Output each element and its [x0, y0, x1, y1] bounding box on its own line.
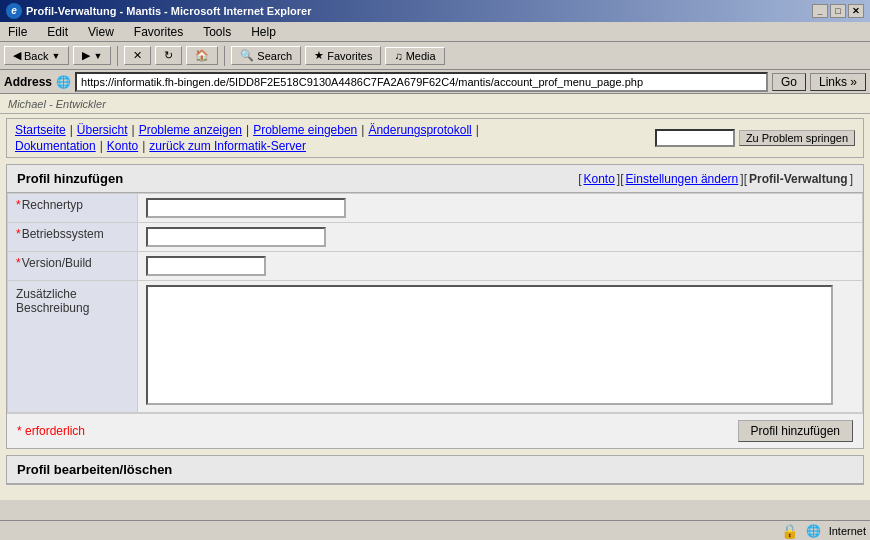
rechnertyp-input[interactable] [146, 198, 346, 218]
ie-icon: e [6, 3, 22, 19]
address-icon: 🌐 [56, 75, 71, 89]
section2-header: Profil bearbeiten/löschen [7, 456, 863, 484]
table-row-beschreibung: ZusätzlicheBeschreibung [8, 281, 863, 413]
nav-startseite[interactable]: Startseite [15, 123, 66, 137]
table-row-rechnertyp: *Rechnertyp [8, 194, 863, 223]
table-row-betriebssystem: *Betriebssystem [8, 223, 863, 252]
media-icon: ♫ [394, 50, 402, 62]
home-icon: 🏠 [195, 49, 209, 62]
favorites-button[interactable]: ★ Favorites [305, 46, 381, 65]
menu-view[interactable]: View [84, 25, 118, 39]
status-right: 🔒 🌐 Internet [781, 523, 866, 539]
label-beschreibung: ZusätzlicheBeschreibung [8, 281, 138, 413]
form-footer: * erforderlich Profil hinzufügen [7, 413, 863, 448]
maximize-button[interactable]: □ [830, 4, 846, 18]
nav-back-to-server[interactable]: zurück zum Informatik-Server [149, 139, 306, 153]
header-link-einstellungen[interactable]: Einstellungen ändern [626, 172, 739, 186]
section2: Profil bearbeiten/löschen [6, 455, 864, 485]
title-bar: e Profil-Verwaltung - Mantis - Microsoft… [0, 0, 870, 22]
nav-probleme-anzeigen[interactable]: Probleme anzeigen [139, 123, 242, 137]
form-title: Profil hinzufügen [17, 171, 123, 186]
forward-arrow-icon: ▼ [93, 51, 102, 61]
form-section: Profil hinzufügen [ Konto ][ Einstellung… [6, 164, 864, 449]
refresh-button[interactable]: ↻ [155, 46, 182, 65]
label-version: *Version/Build [8, 252, 138, 281]
form-header: Profil hinzufügen [ Konto ][ Einstellung… [7, 165, 863, 193]
home-button[interactable]: 🏠 [186, 46, 218, 65]
media-button[interactable]: ♫ Media [385, 47, 444, 65]
menu-favorites[interactable]: Favorites [130, 25, 187, 39]
window-title: Profil-Verwaltung - Mantis - Microsoft I… [26, 5, 311, 17]
forward-button[interactable]: ▶ ▼ [73, 46, 111, 65]
input-cell-betriebssystem [138, 223, 863, 252]
toolbar-separator-1 [117, 46, 118, 66]
nav-konto[interactable]: Konto [107, 139, 138, 153]
address-label: Address [4, 75, 52, 89]
back-button[interactable]: ◀ Back ▼ [4, 46, 69, 65]
jump-button[interactable]: Zu Problem springen [739, 130, 855, 146]
version-build-input[interactable] [146, 256, 266, 276]
toolbar-separator-2 [224, 46, 225, 66]
title-bar-controls[interactable]: _ □ ✕ [812, 4, 864, 18]
label-rechnertyp: *Rechnertyp [8, 194, 138, 223]
stop-button[interactable]: ✕ [124, 46, 151, 65]
address-bar: Address 🌐 Go Links » [0, 70, 870, 94]
header-link-konto[interactable]: Konto [584, 172, 615, 186]
lock-icon: 🔒 [781, 523, 798, 539]
menu-bar: File Edit View Favorites Tools Help [0, 22, 870, 42]
nav-links-area: Startseite | Übersicht | Probleme anzeig… [15, 123, 483, 153]
zone-label: Internet [829, 525, 866, 537]
beschreibung-textarea[interactable] [146, 285, 833, 405]
back-icon: ◀ [13, 49, 21, 62]
nav-aenderungsprotokoll[interactable]: Änderungsprotokoll [368, 123, 471, 137]
nav-container: Startseite | Übersicht | Probleme anzeig… [6, 118, 864, 158]
forward-icon: ▶ [82, 49, 90, 62]
tab-label: Michael - Entwickler [8, 98, 106, 110]
favorites-icon: ★ [314, 49, 324, 62]
input-cell-rechnertyp [138, 194, 863, 223]
menu-help[interactable]: Help [247, 25, 280, 39]
toolbar: ◀ Back ▼ ▶ ▼ ✕ ↻ 🏠 🔍 Search ★ Favorites … [0, 42, 870, 70]
jump-input[interactable] [655, 129, 735, 147]
links-button[interactable]: Links » [810, 73, 866, 91]
nav-dokumentation[interactable]: Dokumentation [15, 139, 96, 153]
required-note: * erforderlich [17, 424, 85, 438]
form-header-links: [ Konto ][ Einstellungen ändern ][ Profi… [578, 172, 853, 186]
refresh-icon: ↻ [164, 49, 173, 62]
header-link-profilverwaltung: Profil-Verwaltung [749, 172, 848, 186]
jump-area: Zu Problem springen [655, 129, 855, 147]
ie-content: Michael - Entwickler Startseite | Übersi… [0, 94, 870, 500]
status-bar: 🔒 🌐 Internet [0, 520, 870, 540]
nav-row-1: Startseite | Übersicht | Probleme anzeig… [15, 123, 483, 137]
address-input[interactable] [75, 72, 768, 92]
bottom-padding [0, 491, 870, 500]
close-button[interactable]: ✕ [848, 4, 864, 18]
nav-probleme-eingeben[interactable]: Probleme eingeben [253, 123, 357, 137]
back-arrow-icon: ▼ [51, 51, 60, 61]
go-button[interactable]: Go [772, 73, 806, 91]
minimize-button[interactable]: _ [812, 4, 828, 18]
zone-icon: 🌐 [806, 524, 821, 538]
input-cell-beschreibung [138, 281, 863, 413]
search-icon: 🔍 [240, 49, 254, 62]
menu-edit[interactable]: Edit [43, 25, 72, 39]
menu-tools[interactable]: Tools [199, 25, 235, 39]
submit-button[interactable]: Profil hinzufügen [738, 420, 853, 442]
input-cell-version [138, 252, 863, 281]
betriebssystem-input[interactable] [146, 227, 326, 247]
stop-icon: ✕ [133, 49, 142, 62]
title-bar-left: e Profil-Verwaltung - Mantis - Microsoft… [6, 3, 311, 19]
menu-file[interactable]: File [4, 25, 31, 39]
label-betriebssystem: *Betriebssystem [8, 223, 138, 252]
form-table: *Rechnertyp *Betriebssystem *Version/Bui… [7, 193, 863, 413]
nav-uebersicht[interactable]: Übersicht [77, 123, 128, 137]
nav-row-2: Dokumentation | Konto | zurück zum Infor… [15, 139, 483, 153]
search-button[interactable]: 🔍 Search [231, 46, 301, 65]
table-row-version: *Version/Build [8, 252, 863, 281]
